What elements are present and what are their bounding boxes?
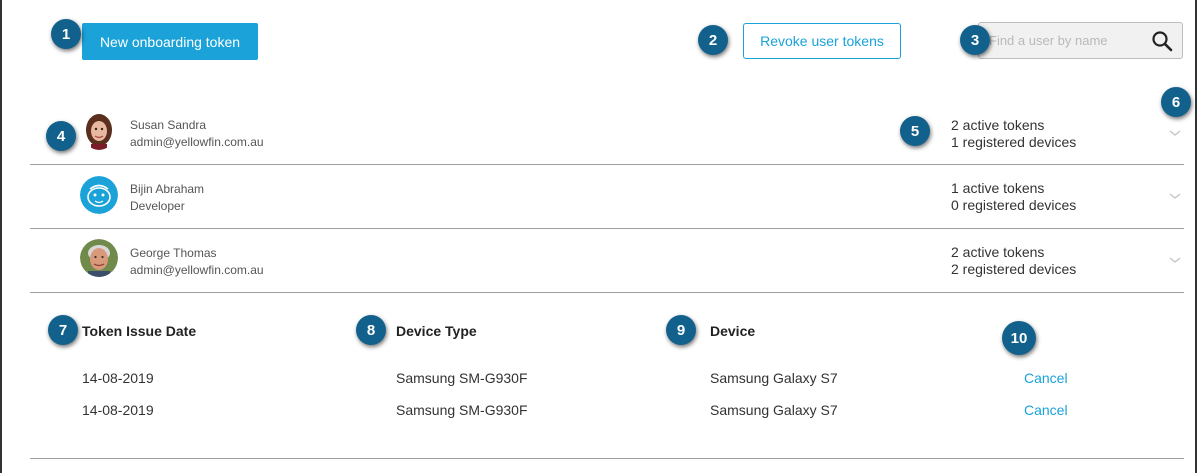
callout-badge: 2 <box>698 25 728 55</box>
chevron-down-icon[interactable] <box>1168 128 1182 138</box>
cancel-token-link[interactable]: Cancel <box>1024 402 1068 418</box>
column-header-issue-date: Token Issue Date <box>82 323 197 339</box>
callout-badge: 3 <box>960 25 990 55</box>
search-icon[interactable] <box>1151 30 1173 52</box>
cancel-token-link[interactable]: Cancel <box>1024 370 1068 386</box>
active-tokens-count: 2 active tokens <box>951 244 1045 260</box>
active-tokens-count: 2 active tokens <box>951 117 1045 133</box>
column-header-device-type: Device Type <box>396 323 477 339</box>
token-device: Samsung Galaxy S7 <box>710 370 838 386</box>
user-name: Bijin Abraham <box>130 182 205 196</box>
registered-devices-count: 1 registered devices <box>951 134 1077 150</box>
user-row[interactable]: Susan Sandra admin@yellowfin.com.au 2 ac… <box>30 101 1184 165</box>
user-search-input[interactable] <box>979 23 1144 58</box>
user-role: Developer <box>130 199 185 213</box>
avatar <box>80 239 118 277</box>
callout-badge: 6 <box>1161 87 1191 117</box>
token-device-type: Samsung SM-G930F <box>396 370 528 386</box>
token-device: Samsung Galaxy S7 <box>710 402 838 418</box>
callout-badge: 1 <box>51 19 81 49</box>
callout-badge: 10 <box>1002 321 1036 355</box>
avatar <box>80 176 118 214</box>
callout-badge: 7 <box>48 315 78 345</box>
user-email: admin@yellowfin.com.au <box>130 263 264 277</box>
active-tokens-count: 1 active tokens <box>951 180 1045 196</box>
user-email: admin@yellowfin.com.au <box>130 135 264 149</box>
user-row[interactable]: Bijin Abraham Developer 1 active tokens … <box>30 165 1184 229</box>
registered-devices-count: 2 registered devices <box>951 261 1077 277</box>
column-header-device: Device <box>710 323 756 339</box>
registered-devices-count: 0 registered devices <box>951 197 1077 213</box>
user-row[interactable]: George Thomas admin@yellowfin.com.au 2 a… <box>30 229 1184 293</box>
user-name: George Thomas <box>130 246 217 260</box>
callout-badge: 8 <box>356 315 386 345</box>
revoke-user-tokens-button[interactable]: Revoke user tokens <box>743 23 901 59</box>
chevron-down-icon[interactable] <box>1168 255 1182 265</box>
user-search-box <box>978 22 1183 59</box>
chevron-down-icon[interactable] <box>1168 191 1182 201</box>
token-issue-date: 14-08-2019 <box>82 402 154 418</box>
callout-badge: 9 <box>666 315 696 345</box>
section-divider <box>30 458 1184 459</box>
user-name: Susan Sandra <box>130 118 207 132</box>
new-onboarding-token-button[interactable]: New onboarding token <box>82 23 258 60</box>
callout-badge: 4 <box>46 121 76 151</box>
row-divider <box>30 292 1184 293</box>
callout-badge: 5 <box>900 116 930 146</box>
token-issue-date: 14-08-2019 <box>82 370 154 386</box>
token-device-type: Samsung SM-G930F <box>396 402 528 418</box>
avatar <box>82 112 116 150</box>
